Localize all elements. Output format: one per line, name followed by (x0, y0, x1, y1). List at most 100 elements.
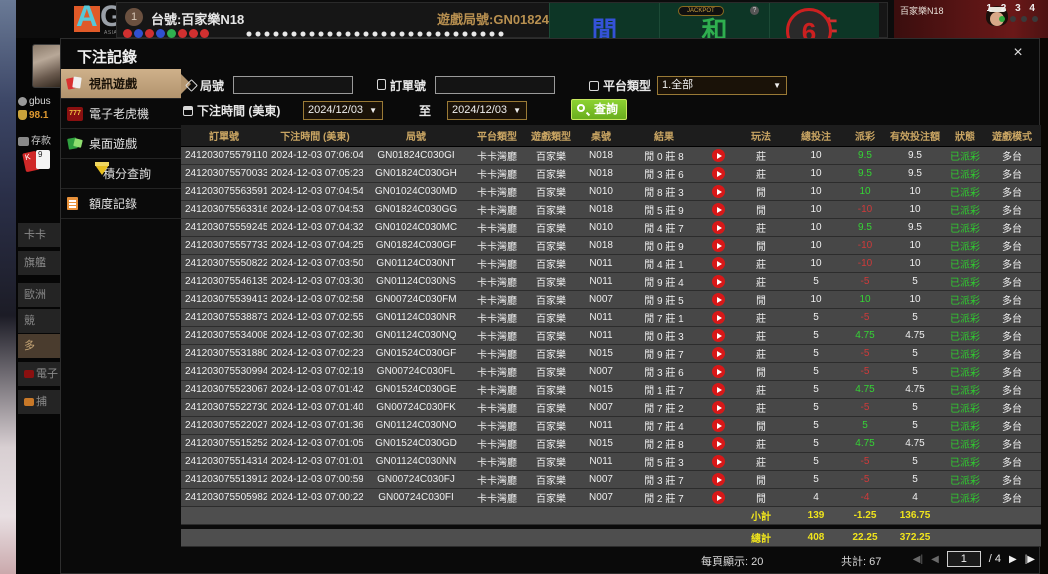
cell-game: 百家樂 (536, 188, 566, 199)
lobby-nav-item[interactable]: 歐洲 (18, 283, 60, 307)
bet-tie-button[interactable]: JACKPOT ? 和 (659, 3, 769, 46)
replay-play-icon[interactable] (711, 185, 725, 198)
cell-game: 百家樂 (536, 296, 566, 307)
cell-mode: 多台 (1002, 278, 1022, 289)
page-number-input[interactable] (946, 551, 981, 567)
cell-status: 已派彩 (950, 368, 980, 379)
replay-play-icon[interactable] (711, 329, 725, 342)
cell-game: 百家樂 (536, 386, 566, 397)
replay-play-icon[interactable] (711, 239, 725, 252)
slots-icon (24, 370, 34, 379)
replay-play-icon[interactable] (711, 257, 725, 270)
cell-result: 閒 7 莊 1 (644, 314, 684, 325)
replay-play-icon[interactable] (711, 491, 725, 504)
column-header: 總投注 (801, 132, 831, 143)
search-button[interactable]: 查詢 (571, 99, 628, 120)
cell-round: GN00724C030FI (378, 492, 454, 503)
cell-order: 241203075538873 (185, 312, 267, 323)
prev-page-icon[interactable]: ◀ (931, 554, 939, 565)
replay-play-icon[interactable] (711, 401, 725, 414)
avatar (32, 44, 60, 88)
cell-replay (703, 401, 733, 414)
sidebar-item-credit[interactable]: 額度記錄 (61, 189, 181, 219)
cell-play: 莊 (756, 170, 766, 181)
cell-play: 閒 (756, 422, 766, 433)
cell-order: 241203075539413 (185, 294, 267, 305)
column-header: 有效投注額 (890, 132, 940, 143)
sidebar-item-slots[interactable]: 777 電子老虎機 (61, 99, 181, 129)
replay-play-icon[interactable] (711, 365, 725, 378)
cell-replay (703, 455, 733, 468)
lobby-nav-item[interactable]: 競 (18, 309, 60, 333)
replay-play-icon[interactable] (711, 149, 725, 162)
close-icon[interactable]: × (1009, 44, 1027, 62)
date-to-picker[interactable]: 2024/12/03 ▼ (447, 101, 527, 120)
replay-play-icon[interactable] (711, 473, 725, 486)
total-label: 總計 (751, 534, 771, 545)
cell-bet: 5 (813, 456, 819, 467)
sidebar-item-points[interactable]: 積分查詢 (61, 159, 181, 189)
table-row: 241203075557733 2024-12-03 07:04:25 GN0182… (181, 237, 1041, 255)
cell-replay (703, 257, 733, 270)
replay-play-icon[interactable] (711, 293, 725, 306)
platform-type-select[interactable]: 1.全部 ▼ (657, 76, 787, 95)
cell-status: 已派彩 (950, 494, 980, 505)
camera-select-dots[interactable] (999, 16, 1038, 22)
replay-play-icon[interactable] (711, 221, 725, 234)
first-page-icon[interactable]: ◀| (913, 554, 923, 565)
cell-status: 已派彩 (950, 476, 980, 487)
cell-payout: 5 (862, 420, 868, 431)
replay-play-icon[interactable] (711, 437, 725, 450)
next-page-icon[interactable]: ▶ (1009, 554, 1017, 565)
cell-order: 241203075579110 (185, 150, 267, 161)
subtotal-payout: -1.25 (853, 510, 877, 521)
lobby-nav-item[interactable]: 多 (18, 334, 60, 358)
cell-game: 百家樂 (536, 422, 566, 433)
order-number-input[interactable] (435, 76, 555, 94)
replay-play-icon[interactable] (711, 311, 725, 324)
replay-play-icon[interactable] (711, 203, 725, 216)
jackpot-help-icon[interactable]: ? (750, 6, 759, 15)
video-table-title: 百家樂N18 (900, 6, 944, 16)
cell-play: 莊 (756, 350, 766, 361)
deposit-button[interactable]: 存款 (18, 132, 51, 147)
replay-play-icon[interactable] (711, 455, 725, 468)
lobby-nav-item[interactable]: 電子 (18, 362, 60, 386)
last-page-icon[interactable]: |▶ (1025, 554, 1035, 565)
sidebar-item-table-games[interactable]: 桌面遊戲 (61, 129, 181, 159)
cell-bet: 5 (813, 366, 819, 377)
table-row: 241203075539413 2024-12-03 07:02:58 GN0072… (181, 291, 1041, 309)
cell-game: 百家樂 (536, 494, 566, 505)
lobby-nav-item[interactable]: 捕 (18, 390, 60, 414)
cell-bet: 5 (813, 348, 819, 359)
cell-platform: 卡卡灣廳 (477, 296, 517, 307)
cell-time: 2024-12-03 07:01:40 (271, 402, 363, 413)
replay-play-icon[interactable] (711, 419, 725, 432)
cell-platform: 卡卡灣廳 (477, 152, 517, 163)
table-row: 241203075559245 2024-12-03 07:04:32 GN0102… (181, 219, 1041, 237)
tag-icon (185, 79, 198, 92)
replay-play-icon[interactable] (711, 275, 725, 288)
sidebar-item-cards[interactable]: 視訊遊戲 (61, 69, 191, 99)
lobby-nav-item[interactable]: 旗艦 (18, 251, 60, 275)
cell-payout: -5 (860, 474, 870, 485)
round-number-input[interactable] (233, 76, 353, 94)
replay-play-icon[interactable] (711, 167, 725, 180)
cell-bet: 10 (810, 222, 822, 233)
cell-round: GN01124C030NN (375, 456, 457, 467)
total-valid: 372.25 (899, 532, 931, 543)
cell-status: 已派彩 (950, 242, 980, 253)
cell-round: GN01124C030NT (376, 258, 456, 269)
replay-play-icon[interactable] (711, 383, 725, 396)
cell-order: 241203075563316 (185, 204, 267, 215)
cell-bet: 5 (813, 384, 819, 395)
replay-play-icon[interactable] (711, 347, 725, 360)
date-from-picker[interactable]: 2024/12/03 ▼ (303, 101, 383, 120)
cell-bet: 5 (813, 330, 819, 341)
cell-status: 已派彩 (950, 206, 980, 217)
lobby-nav-item[interactable]: 卡卡 (18, 223, 60, 247)
column-header: 下注時間 (美東) (280, 132, 350, 143)
bet-player-button[interactable]: 閒 (549, 3, 659, 46)
cell-order: 241203075522027 (185, 420, 267, 431)
table-row: 241203075513912 2024-12-03 07:00:59 GN0072… (181, 471, 1041, 489)
